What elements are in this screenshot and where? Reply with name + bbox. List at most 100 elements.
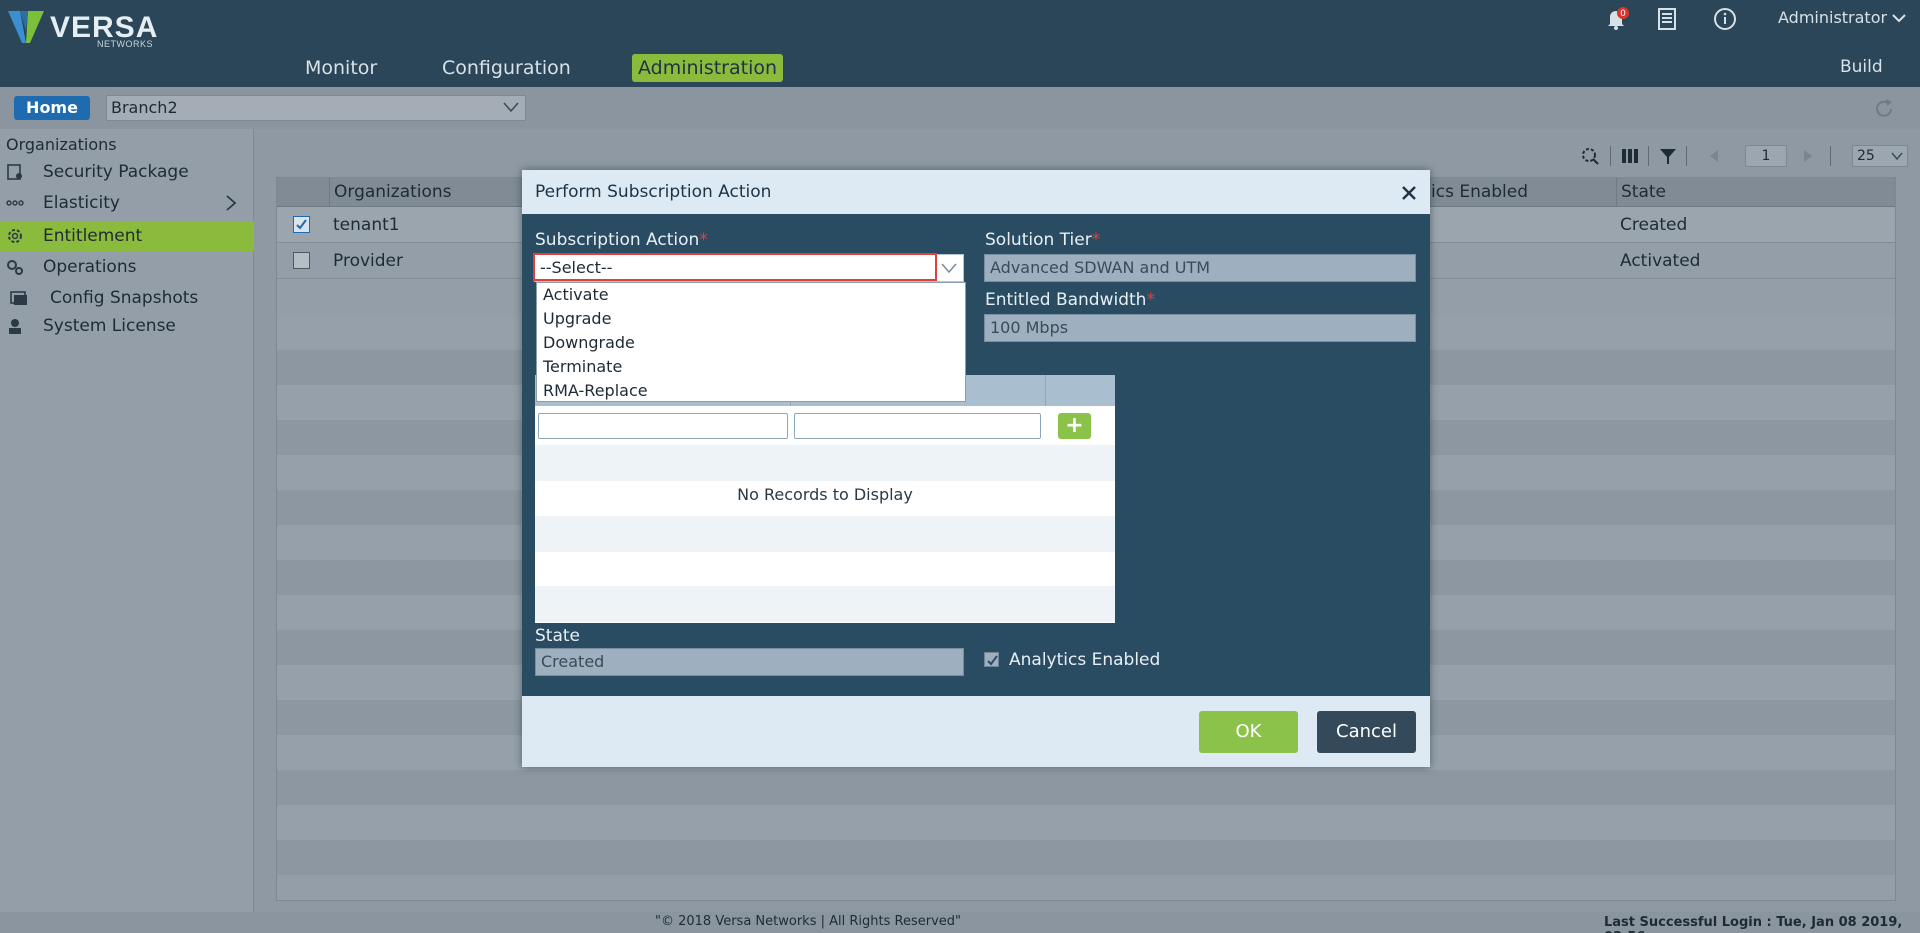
versa-logo[interactable]: VERSA NETWORKS [6,5,166,49]
sidebar-item-system-license[interactable]: System License [0,311,254,341]
empty-row [277,805,1895,840]
chevron-down-icon [1891,152,1903,161]
nav-administration[interactable]: Administration [632,54,784,82]
divider [1830,146,1831,166]
copyright-text: "© 2018 Versa Networks | All Rights Rese… [655,914,961,929]
operations-icon [7,260,23,275]
page-next-icon[interactable] [1802,148,1814,164]
chevron-right-icon[interactable] [224,195,238,211]
state-field: Created [535,648,964,676]
subscription-action-select[interactable]: --Select-- [533,253,964,282]
option-rma-replace[interactable]: RMA-Replace [543,379,648,403]
divider [1045,375,1046,406]
last-login-text: Last Successful Login : Tue, Jan 08 2019… [1604,915,1903,933]
sidebar: Organizations Security Package Elasticit… [0,129,254,912]
license-icon [9,319,21,334]
sidebar-heading: Organizations [6,135,117,154]
refresh-icon[interactable] [1872,97,1896,121]
info-icon[interactable] [1712,6,1738,32]
sidebar-item-label: System License [43,316,176,336]
option-activate[interactable]: Activate [543,283,609,307]
ok-button[interactable]: OK [1199,711,1298,753]
license-key-input[interactable] [538,413,788,439]
nav-configuration[interactable]: Configuration [442,53,571,83]
sidebar-item-label: Elasticity [43,193,120,213]
footer: "© 2018 Versa Networks | All Rights Rese… [0,912,1920,933]
dialog-body: Subscription Action* --Select-- Solution… [522,214,1430,696]
grid-row [535,445,1115,481]
appliance-select-value: Branch2 [111,98,178,117]
grid-row [535,551,1115,587]
package-icon [7,164,22,180]
dialog-title: Perform Subscription Action [535,182,772,202]
close-icon[interactable] [1400,184,1418,202]
column-settings-icon[interactable] [1580,146,1600,166]
option-downgrade[interactable]: Downgrade [543,331,635,355]
grid-toolbar: 1 25 [1580,144,1910,168]
build-link[interactable]: Build [1840,57,1883,77]
sidebar-item-label: Security Package [43,162,189,182]
tasks-list-icon[interactable] [1654,6,1680,32]
page-number-input[interactable]: 1 [1745,145,1787,167]
empty-message: No Records to Display [737,485,913,504]
divider [1648,146,1649,166]
home-button[interactable]: Home [14,96,90,120]
cancel-button[interactable]: Cancel [1317,711,1416,753]
grid-row [535,516,1115,552]
elasticity-icon [6,200,24,206]
empty-row [277,770,1895,805]
empty-row [277,840,1895,875]
sidebar-item-label: Entitlement [43,226,143,246]
option-upgrade[interactable]: Upgrade [543,307,611,331]
versa-logo-icon [8,11,44,43]
sidebar-item-label: Config Snapshots [50,288,199,308]
entitled-bandwidth-label: Entitled Bandwidth* [985,290,1155,310]
snapshot-icon [10,291,27,305]
sidebar-item-label: Operations [43,257,137,277]
solution-tier-label: Solution Tier* [985,230,1101,250]
state-label: State [535,626,580,646]
subscription-action-dropdown: Activate Upgrade Downgrade Terminate RMA… [536,282,966,402]
subscription-action-label: Subscription Action* [535,230,708,250]
column-header-analytics-enabled[interactable]: ics Enabled [1427,178,1616,207]
option-terminate[interactable]: Terminate [543,355,622,379]
column-header-state[interactable]: State [1616,178,1895,207]
columns-icon[interactable] [1620,146,1640,166]
chevron-down-icon [1892,14,1906,23]
cell-organization: tenant1 [333,215,400,235]
top-header: VERSA NETWORKS Monitor Configuration Adm… [0,0,1920,87]
license-value-input[interactable] [794,413,1041,439]
row-checkbox[interactable] [293,216,310,233]
subscription-action-dialog: Perform Subscription Action Subscription… [522,170,1430,767]
divider [1610,146,1611,166]
nav-monitor[interactable]: Monitor [305,53,377,83]
user-menu[interactable]: Administrator [1778,8,1906,27]
chevron-down-icon [503,102,519,113]
context-toolbar: Home Branch2 [0,87,1920,129]
highlight-box [533,253,937,281]
chevron-down-icon [941,263,957,274]
page-size-select[interactable]: 25 [1852,145,1908,167]
sidebar-item-entitlement[interactable]: Entitlement [0,221,254,251]
page-prev-icon[interactable] [1708,148,1720,164]
grid-row [535,586,1115,622]
user-name: Administrator [1778,8,1888,27]
notification-bell-icon[interactable]: 0 [1604,6,1630,32]
entitled-bandwidth-field: 100 Mbps [984,314,1416,342]
gear-icon [8,229,22,243]
sidebar-item-operations[interactable]: Operations [0,252,254,282]
logo-subtext: NETWORKS [97,39,154,49]
appliance-select[interactable]: Branch2 [106,95,526,121]
page-size-value: 25 [1857,148,1875,164]
sidebar-item-security-package[interactable]: Security Package [0,157,254,187]
row-checkbox[interactable] [293,252,310,269]
checkbox[interactable] [984,652,999,667]
analytics-enabled-checkbox[interactable]: Analytics Enabled [984,650,1184,672]
notification-count: 0 [1620,9,1626,19]
sidebar-item-elasticity[interactable]: Elasticity [0,188,254,218]
add-row-button[interactable]: + [1058,413,1091,439]
sidebar-item-config-snapshots[interactable]: Config Snapshots [0,283,254,313]
analytics-enabled-label: Analytics Enabled [1009,650,1161,670]
filter-icon[interactable] [1658,146,1678,166]
cell-organization: Provider [333,251,403,271]
